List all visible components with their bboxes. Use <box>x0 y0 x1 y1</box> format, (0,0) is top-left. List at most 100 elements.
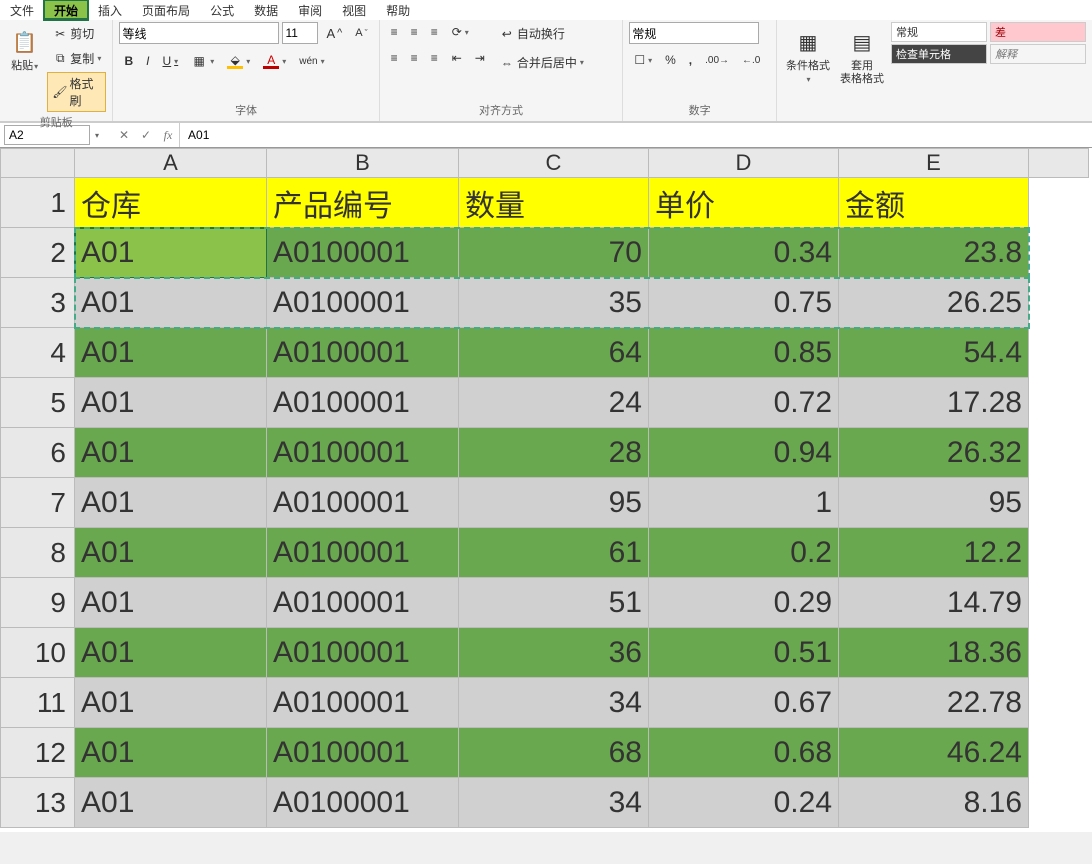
cell[interactable]: 0.51 <box>649 628 839 678</box>
align-top-button[interactable]: ≡ <box>386 22 403 42</box>
border-button[interactable]: ▦▾ <box>186 50 219 72</box>
cell[interactable]: 26.32 <box>839 428 1029 478</box>
formula-input[interactable] <box>179 123 1092 147</box>
cell[interactable]: 0.2 <box>649 528 839 578</box>
menu-视图[interactable]: 视图 <box>332 0 376 20</box>
decrease-indent-button[interactable]: ⇤ <box>447 48 467 68</box>
cell[interactable]: 70 <box>459 228 649 278</box>
cell[interactable]: 22.78 <box>839 678 1029 728</box>
row-header-12[interactable]: 12 <box>0 728 75 778</box>
cell[interactable]: A0100001 <box>267 228 459 278</box>
cell[interactable]: 17.28 <box>839 378 1029 428</box>
header-cell[interactable]: 仓库 <box>75 178 267 228</box>
menu-开始[interactable]: 开始 <box>44 0 88 20</box>
bold-button[interactable]: B <box>119 51 138 71</box>
cell[interactable]: 61 <box>459 528 649 578</box>
menu-数据[interactable]: 数据 <box>244 0 288 20</box>
cell[interactable]: 64 <box>459 328 649 378</box>
cell[interactable]: 14.79 <box>839 578 1029 628</box>
cell[interactable]: 0.67 <box>649 678 839 728</box>
increase-indent-button[interactable]: ⇥ <box>470 48 490 68</box>
insert-function-button[interactable]: fx <box>157 128 179 143</box>
header-cell[interactable]: 产品编号 <box>267 178 459 228</box>
conditional-format-button[interactable]: ▦ 条件格式▾ <box>783 22 833 88</box>
cell[interactable]: 36 <box>459 628 649 678</box>
cell[interactable]: 46.24 <box>839 728 1029 778</box>
increase-decimal-button[interactable]: .00→ <box>700 52 734 69</box>
cell[interactable]: A01 <box>75 578 267 628</box>
cell[interactable]: A01 <box>75 328 267 378</box>
decrease-decimal-button[interactable]: ←.0 <box>737 52 765 69</box>
menu-帮助[interactable]: 帮助 <box>376 0 420 20</box>
cell[interactable]: 34 <box>459 678 649 728</box>
cell[interactable]: 35 <box>459 278 649 328</box>
menu-公式[interactable]: 公式 <box>200 0 244 20</box>
copy-button[interactable]: ⧉复制▾ <box>47 47 106 70</box>
cell-style-bad[interactable]: 差 <box>990 22 1086 42</box>
row-header-9[interactable]: 9 <box>0 578 75 628</box>
menu-页面布局[interactable]: 页面布局 <box>132 0 200 20</box>
cell[interactable]: A01 <box>75 528 267 578</box>
row-header-6[interactable]: 6 <box>0 428 75 478</box>
row-header-4[interactable]: 4 <box>0 328 75 378</box>
cell-style-normal[interactable]: 常规 <box>891 22 987 42</box>
row-header-7[interactable]: 7 <box>0 478 75 528</box>
row-header-10[interactable]: 10 <box>0 628 75 678</box>
cell[interactable]: A01 <box>75 428 267 478</box>
cell[interactable]: 0.29 <box>649 578 839 628</box>
menu-插入[interactable]: 插入 <box>88 0 132 20</box>
font-name-combo[interactable] <box>119 22 279 44</box>
align-center-button[interactable]: ≡ <box>406 48 423 68</box>
cell[interactable]: 95 <box>459 478 649 528</box>
cell[interactable]: 51 <box>459 578 649 628</box>
col-header-C[interactable]: C <box>459 148 649 178</box>
cell[interactable]: A0100001 <box>267 628 459 678</box>
cell[interactable]: A0100001 <box>267 678 459 728</box>
cell[interactable]: 0.85 <box>649 328 839 378</box>
cell[interactable]: 0.34 <box>649 228 839 278</box>
cell[interactable]: 0.94 <box>649 428 839 478</box>
col-header-D[interactable]: D <box>649 148 839 178</box>
wrap-text-button[interactable]: ↩自动换行 <box>494 22 589 45</box>
font-size-combo[interactable] <box>282 22 318 44</box>
align-middle-button[interactable]: ≡ <box>406 22 423 42</box>
col-header-E[interactable]: E <box>839 148 1029 178</box>
format-as-table-button[interactable]: ▤ 套用 表格格式 <box>837 22 887 88</box>
row-header-11[interactable]: 11 <box>0 678 75 728</box>
cell[interactable]: 0.68 <box>649 728 839 778</box>
cell[interactable]: A01 <box>75 728 267 778</box>
cell[interactable]: 95 <box>839 478 1029 528</box>
align-left-button[interactable]: ≡ <box>386 48 403 68</box>
comma-button[interactable]: , <box>684 50 697 70</box>
cell[interactable]: A01 <box>75 228 267 278</box>
underline-button[interactable]: U▾ <box>158 51 184 71</box>
row-header-13[interactable]: 13 <box>0 778 75 828</box>
cut-button[interactable]: ✂剪切 <box>47 22 106 45</box>
cell[interactable]: A01 <box>75 778 267 828</box>
cell[interactable]: 28 <box>459 428 649 478</box>
cell[interactable]: A0100001 <box>267 528 459 578</box>
number-format-combo[interactable] <box>629 22 759 44</box>
cell[interactable]: 0.24 <box>649 778 839 828</box>
cell[interactable]: A0100001 <box>267 778 459 828</box>
cell[interactable]: A01 <box>75 378 267 428</box>
cell[interactable]: A0100001 <box>267 378 459 428</box>
menu-审阅[interactable]: 审阅 <box>288 0 332 20</box>
cell[interactable]: 18.36 <box>839 628 1029 678</box>
header-cell[interactable]: 单价 <box>649 178 839 228</box>
menu-文件[interactable]: 文件 <box>0 0 44 20</box>
header-cell[interactable]: 金额 <box>839 178 1029 228</box>
cell[interactable]: 34 <box>459 778 649 828</box>
percent-button[interactable]: % <box>660 50 681 70</box>
paste-button[interactable]: 📋 粘贴▾ <box>6 22 43 75</box>
format-painter-button[interactable]: 🖌格式刷 <box>47 72 106 112</box>
currency-button[interactable]: ☐▾ <box>629 50 657 70</box>
cell[interactable]: 0.75 <box>649 278 839 328</box>
header-cell[interactable]: 数量 <box>459 178 649 228</box>
enter-button[interactable]: ✓ <box>135 128 157 142</box>
cell[interactable]: 8.16 <box>839 778 1029 828</box>
merge-center-button[interactable]: ⇔合并后居中▾ <box>494 51 589 74</box>
cell[interactable]: 23.8 <box>839 228 1029 278</box>
cancel-button[interactable]: ✕ <box>113 128 135 142</box>
decrease-font-button[interactable]: Aˇ <box>350 24 372 42</box>
